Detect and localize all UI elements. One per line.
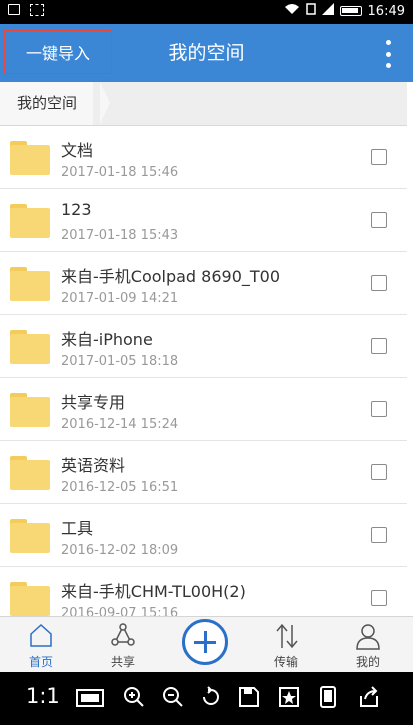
share-icon — [111, 623, 135, 646]
select-checkbox[interactable] — [371, 401, 387, 417]
list-item[interactable]: 来自-手机CHM-TL00H(2) 2016-09-07 15:16 — [0, 567, 407, 616]
status-bar: 16:49 — [0, 0, 413, 24]
tab-home[interactable]: 首页 — [6, 617, 76, 673]
file-date: 2016-09-07 15:16 — [61, 606, 179, 616]
file-name: 123 — [61, 200, 92, 219]
list-item[interactable]: 来自-iPhone 2017-01-05 18:18 — [0, 315, 407, 378]
file-date: 2017-01-05 18:18 — [61, 354, 179, 369]
more-vertical-icon[interactable] — [383, 40, 393, 68]
file-name: 来自-手机CHM-TL00H(2) — [61, 582, 246, 601]
tab-share[interactable]: 共享 — [88, 617, 158, 673]
folder-icon — [10, 393, 50, 427]
tab-share-label: 共享 — [110, 655, 135, 669]
system-toolbar: 1:1 — [0, 672, 413, 725]
list-item[interactable]: 文档 2017-01-18 15:46 — [0, 126, 407, 189]
status-time: 16:49 — [367, 3, 405, 19]
scan-icon — [30, 4, 44, 16]
signal-icon — [321, 3, 334, 19]
folder-icon — [10, 267, 50, 301]
select-checkbox[interactable] — [371, 275, 387, 291]
tab-transfer-label: 传输 — [273, 655, 298, 669]
select-checkbox[interactable] — [371, 338, 387, 354]
folder-icon — [10, 330, 50, 364]
scroll-edge — [407, 82, 413, 616]
file-date: 2016-12-05 16:51 — [61, 480, 179, 495]
list-item[interactable]: 工具 2016-12-02 18:09 — [0, 504, 407, 567]
share-out-icon[interactable] — [358, 686, 380, 708]
file-date: 2016-12-14 15:24 — [61, 417, 179, 432]
zoom-out-icon[interactable] — [162, 686, 184, 708]
file-name: 共享专用 — [61, 393, 126, 412]
select-checkbox[interactable] — [371, 149, 387, 165]
app-screen: 16:49 我的空间 一键导入 我的空间 文档 2017-01-18 15:46… — [0, 0, 413, 725]
breadcrumb-arrow — [100, 82, 110, 124]
transfer-icon — [276, 623, 298, 649]
user-icon — [356, 624, 380, 650]
select-checkbox[interactable] — [371, 212, 387, 228]
file-name: 英语资料 — [61, 456, 126, 475]
one-click-import-button[interactable]: 一键导入 — [4, 30, 112, 74]
list-item[interactable]: 共享专用 2016-12-14 15:24 — [0, 378, 407, 441]
folder-icon — [10, 582, 50, 616]
wifi-icon — [284, 3, 300, 19]
fit-screen-icon[interactable] — [75, 686, 105, 708]
folder-icon — [10, 456, 50, 490]
save-icon[interactable] — [238, 686, 260, 708]
rotate-icon[interactable] — [200, 686, 222, 708]
select-checkbox[interactable] — [371, 464, 387, 480]
add-icon[interactable] — [182, 619, 228, 665]
tab-home-label: 首页 — [28, 655, 53, 669]
home-icon — [30, 623, 52, 647]
notification-icon — [8, 4, 20, 15]
breadcrumb-item-my-space[interactable]: 我的空间 — [0, 82, 94, 125]
select-checkbox[interactable] — [371, 527, 387, 543]
zoom-ratio[interactable]: 1:1 — [26, 684, 60, 708]
sim-icon — [305, 3, 316, 19]
battery-icon — [339, 6, 362, 16]
breadcrumb: 我的空间 — [0, 82, 407, 126]
file-name: 来自-手机Coolpad 8690_T00 — [61, 267, 281, 286]
zoom-in-icon[interactable] — [123, 686, 145, 708]
phone-icon[interactable] — [318, 686, 338, 708]
list-item[interactable]: 英语资料 2016-12-05 16:51 — [0, 441, 407, 504]
file-date: 2017-01-18 15:46 — [61, 165, 179, 180]
folder-icon — [10, 519, 50, 553]
tab-mine-label: 我的 — [355, 655, 380, 669]
bookmark-icon[interactable] — [278, 686, 300, 708]
folder-icon — [10, 204, 50, 238]
tab-transfer[interactable]: 传输 — [251, 617, 321, 673]
file-name: 文档 — [61, 141, 94, 160]
file-date: 2017-01-09 14:21 — [61, 291, 179, 306]
file-list: 文档 2017-01-18 15:46 123 2017-01-18 15:43… — [0, 126, 407, 616]
tab-mine[interactable]: 我的 — [333, 617, 403, 673]
file-name: 来自-iPhone — [61, 330, 153, 349]
select-checkbox[interactable] — [371, 590, 387, 606]
file-date: 2017-01-18 15:43 — [61, 228, 179, 243]
list-item[interactable]: 123 2017-01-18 15:43 — [0, 189, 407, 252]
folder-icon — [10, 141, 50, 175]
list-item[interactable]: 来自-手机Coolpad 8690_T00 2017-01-09 14:21 — [0, 252, 407, 315]
file-name: 工具 — [61, 519, 94, 538]
file-date: 2016-12-02 18:09 — [61, 543, 179, 558]
title-bar: 我的空间 一键导入 — [0, 24, 413, 82]
